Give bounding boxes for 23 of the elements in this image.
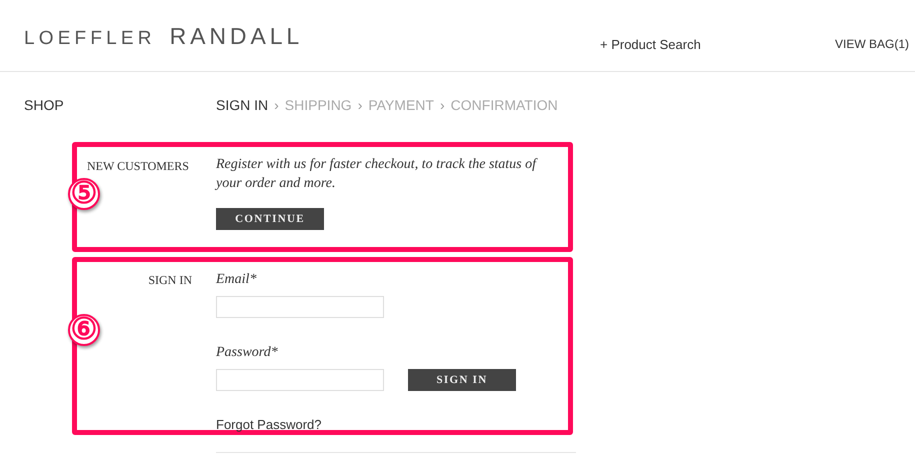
breadcrumb-separator: › <box>274 96 279 114</box>
email-label: Email* <box>216 271 258 289</box>
forgot-password-link[interactable]: Forgot Password? <box>216 415 516 434</box>
shop-link[interactable]: SHOP <box>24 94 216 116</box>
step-marker: ⑥ <box>68 314 100 346</box>
checkout-step: CONFIRMATION <box>450 94 558 116</box>
breadcrumb-separator: › <box>440 96 445 114</box>
checkout-step: SIGN IN <box>216 94 268 116</box>
password-label: Password* <box>216 344 279 362</box>
continue-button[interactable]: CONTINUE <box>216 208 324 230</box>
sign-in-button[interactable]: SIGN IN <box>408 369 516 391</box>
section-label: NEW CUSTOMERS <box>86 158 190 175</box>
view-bag-link[interactable]: VIEW BAG(1) <box>835 35 910 53</box>
section-label: SIGN IN <box>147 272 192 289</box>
breadcrumb-separator: › <box>358 96 362 114</box>
checkout-step: SHIPPING <box>284 94 352 116</box>
brand-logo[interactable]: LOEFFLER RANDALL <box>24 19 304 54</box>
step-marker: ⑤ <box>68 178 100 210</box>
password-field[interactable] <box>216 369 384 391</box>
email-field[interactable] <box>216 296 384 318</box>
register-text: Register with us for faster checkout, to track the status of your order and more. <box>216 156 538 193</box>
checkout-step: PAYMENT <box>368 94 434 116</box>
product-search-link[interactable]: + Product Search <box>600 35 701 54</box>
